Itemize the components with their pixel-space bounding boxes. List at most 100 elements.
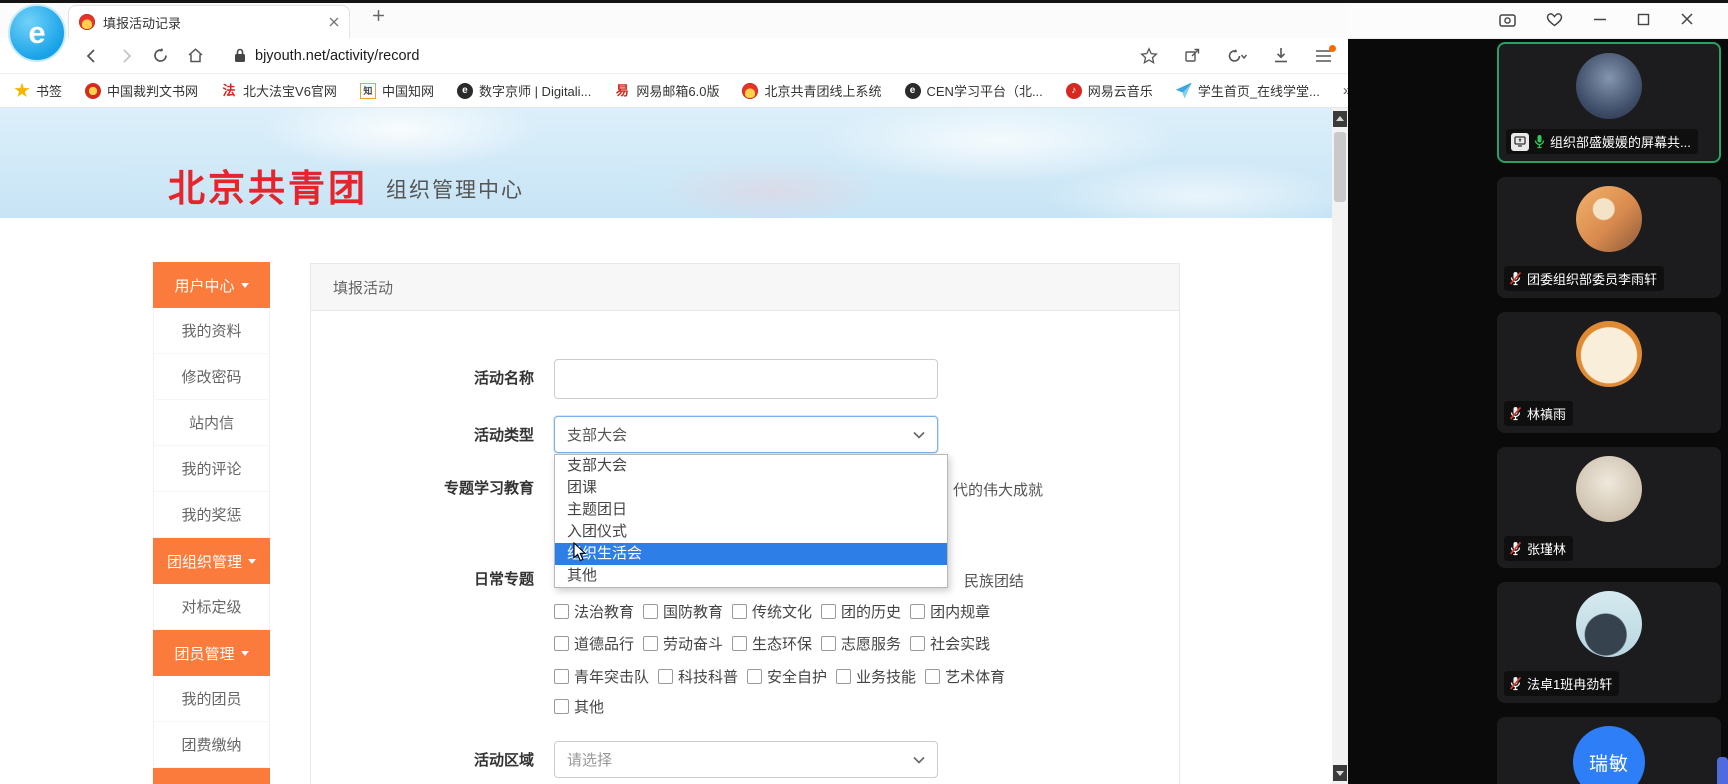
scrollbar-thumb[interactable] [1334, 132, 1346, 202]
participant-tile[interactable]: 瑞敏 [1497, 717, 1721, 784]
checkbox[interactable] [925, 669, 940, 684]
minimize-icon[interactable] [1593, 12, 1607, 26]
sidebar-item-my-comments[interactable]: 我的评论 [153, 446, 270, 492]
checkbox-item[interactable]: 道德品行 [554, 633, 634, 654]
checkbox[interactable] [910, 636, 925, 651]
address-bar[interactable]: bjyouth.net/activity/record [234, 48, 419, 64]
browser-logo[interactable]: e [8, 4, 66, 62]
checkbox-item[interactable]: 团内规章 [910, 601, 990, 622]
checkbox-item[interactable]: 安全自护 [747, 666, 827, 687]
participant-tile[interactable]: 团委组织部委员李雨轩 [1497, 177, 1721, 298]
bookmark-item[interactable]: 北京共青团线上系统 [742, 81, 881, 100]
checkbox-item[interactable]: 业务技能 [836, 666, 916, 687]
activity-type-select[interactable]: 支部大会 [554, 416, 938, 453]
capture-icon[interactable] [1499, 12, 1516, 27]
checkbox-item[interactable]: 劳动奋斗 [643, 633, 723, 654]
participant-tile[interactable]: 张瑾林 [1497, 447, 1721, 568]
sidebar-item-benchmark-rating[interactable]: 对标定级 [153, 584, 270, 630]
participant-tile[interactable]: 林禛雨 [1497, 312, 1721, 433]
checkbox-item[interactable]: 社会实践 [910, 633, 990, 654]
bookmark-item[interactable]: 法 北大法宝V6官网 [221, 81, 337, 100]
sidebar-item-my-profile[interactable]: 我的资料 [153, 308, 270, 354]
dropdown-option-highlighted[interactable]: 组织生活会 [555, 543, 947, 565]
bookmark-item[interactable]: e CEN学习平台（北... [905, 81, 1043, 100]
meeting-titlebar [1348, 0, 1728, 39]
checkbox-item[interactable]: 科技科普 [658, 666, 738, 687]
dropdown-option[interactable]: 其他 [555, 565, 947, 587]
dropdown-option[interactable]: 主题团日 [555, 499, 947, 521]
dropdown-option[interactable]: 入团仪式 [555, 521, 947, 543]
checkbox-item[interactable]: 传统文化 [732, 601, 812, 622]
checkbox-item[interactable]: 法治教育 [554, 601, 634, 622]
sidebar-item-membership-dues[interactable]: 团费缴纳 [153, 722, 270, 768]
checkbox[interactable] [821, 604, 836, 619]
heart-icon[interactable] [1546, 12, 1563, 27]
bookmark-item[interactable]: e 数字京师 | Digitali... [457, 81, 591, 100]
bookmark-item[interactable]: 书签 [14, 81, 62, 100]
checkbox[interactable] [910, 604, 925, 619]
bookmark-item[interactable]: 学生首页_在线学堂... [1176, 81, 1320, 100]
download-icon[interactable] [1273, 47, 1289, 64]
new-tab-button[interactable] [372, 9, 385, 22]
tab-favicon-icon [79, 14, 95, 30]
bookmark-item[interactable]: ♪ 网易云音乐 [1066, 81, 1153, 100]
participant-tile[interactable]: 法卓1班冉劲轩 [1497, 582, 1721, 703]
checkbox-item[interactable]: 艺术体育 [925, 666, 1005, 687]
close-icon[interactable] [1680, 12, 1694, 26]
region-select[interactable]: 请选择 [554, 741, 938, 778]
checkbox-item[interactable]: 其他 [554, 696, 604, 717]
maximize-icon[interactable] [1637, 13, 1650, 26]
sidebar-item-my-members[interactable]: 我的团员 [153, 676, 270, 722]
sidebar-item-member-management[interactable]: 团员管理 [153, 630, 270, 676]
checkbox[interactable] [821, 636, 836, 651]
checkbox-item[interactable]: 国防教育 [643, 601, 723, 622]
cyl-favicon-icon [742, 83, 758, 99]
meeting-scrollbar-thumb[interactable] [1717, 757, 1728, 784]
dropdown-option[interactable]: 支部大会 [555, 455, 947, 477]
sidebar-item-org-management[interactable]: 团组织管理 [153, 538, 270, 584]
bookmark-item[interactable]: 中国裁判文书网 [85, 81, 198, 100]
checkbox[interactable] [732, 636, 747, 651]
checkbox[interactable] [658, 669, 673, 684]
participant-tile-sharing[interactable]: 组织部盛媛媛的屏幕共... [1497, 42, 1721, 163]
checkbox[interactable] [554, 669, 569, 684]
checkbox[interactable] [554, 636, 569, 651]
scroll-down-arrow[interactable] [1333, 765, 1347, 781]
menu-icon[interactable] [1315, 49, 1332, 63]
checkbox[interactable] [747, 669, 762, 684]
tab-close-icon[interactable] [329, 17, 339, 27]
checkbox[interactable] [643, 636, 658, 651]
forward-icon[interactable] [118, 48, 134, 64]
checkbox[interactable] [554, 604, 569, 619]
checkbox[interactable] [643, 604, 658, 619]
reload-icon[interactable] [152, 47, 169, 64]
sidebar-item-my-rewards[interactable]: 我的奖惩 [153, 492, 270, 538]
chevron-down-icon [241, 283, 249, 288]
checkbox[interactable] [732, 604, 747, 619]
bookmark-item[interactable]: 知 中国知网 [360, 81, 434, 100]
activity-name-input[interactable] [554, 359, 938, 399]
scroll-up-arrow[interactable] [1333, 111, 1347, 127]
dropdown-option[interactable]: 团课 [555, 477, 947, 499]
sidebar-item-user-center[interactable]: 用户中心 [153, 262, 270, 308]
bookmark-item[interactable]: 易 网易邮箱6.0版 [614, 81, 719, 100]
bookmark-star-icon[interactable] [1140, 47, 1158, 65]
bookmark-label: 中国裁判文书网 [107, 81, 198, 100]
sidebar-item-site-mail[interactable]: 站内信 [153, 400, 270, 446]
checkbox[interactable] [836, 669, 851, 684]
home-icon[interactable] [187, 47, 204, 64]
sidebar-item-change-password[interactable]: 修改密码 [153, 354, 270, 400]
checkbox-item[interactable]: 生态环保 [732, 633, 812, 654]
checkbox-item[interactable]: 青年突击队 [554, 666, 649, 687]
sync-dropdown-icon[interactable] [1227, 48, 1247, 64]
checkbox[interactable] [554, 699, 569, 714]
mouse-cursor [573, 542, 588, 562]
sidebar-item-next-section-clipped[interactable] [153, 768, 270, 784]
browser-tab[interactable]: 填报活动记录 [68, 5, 350, 38]
share-icon[interactable] [1184, 47, 1201, 64]
checkbox-item[interactable]: 团的历史 [821, 601, 901, 622]
back-icon[interactable] [84, 48, 100, 64]
activity-form-panel: 填报活动 活动名称 活动类型 支部大会 专题学习教育 代的伟大成就 日常专题 民… [310, 263, 1180, 784]
checkbox-item[interactable]: 志愿服务 [821, 633, 901, 654]
page-scrollbar[interactable] [1332, 108, 1348, 784]
